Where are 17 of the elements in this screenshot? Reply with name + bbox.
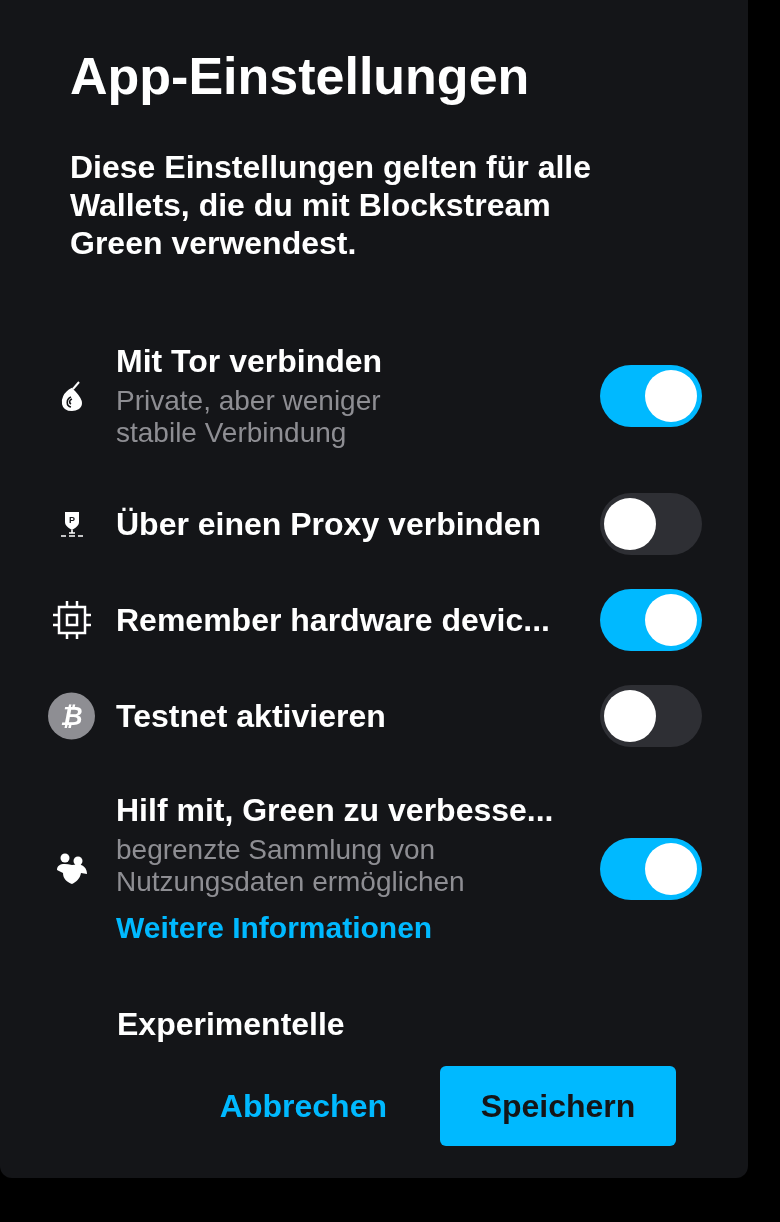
cancel-button[interactable]: Abbrechen (219, 1087, 387, 1125)
page-title: App-Einstellungen (70, 46, 531, 106)
onion-icon (60, 381, 83, 411)
chip-icon (50, 599, 93, 641)
setting-label: Hilf mit, Green zu verbesse... (116, 792, 555, 828)
description-text: Diese Einstellungen gelten für alle Wallets, die du mit Blockstream Green verwendest. (70, 148, 592, 262)
setting-label: Über einen Proxy verbinden (116, 506, 542, 542)
setting-label: Mit Tor verbinden (116, 343, 384, 379)
people-shield-icon (54, 853, 89, 885)
more-info-link[interactable]: Weitere Informationen (116, 910, 433, 946)
setting-description: Private, aber weniger stabile Verbindung (116, 385, 382, 449)
setting-description: begrenzte Sammlung von Nutzungsdaten ermöglichen (116, 834, 466, 898)
section-heading: Experimentelle (117, 1006, 345, 1042)
setting-label: Remember hardware devic... (116, 602, 551, 638)
setting-label: Testnet aktivieren (116, 698, 387, 734)
save-button[interactable]: Speichern (440, 1066, 676, 1146)
bitcoin-icon: ₿ (48, 692, 95, 740)
